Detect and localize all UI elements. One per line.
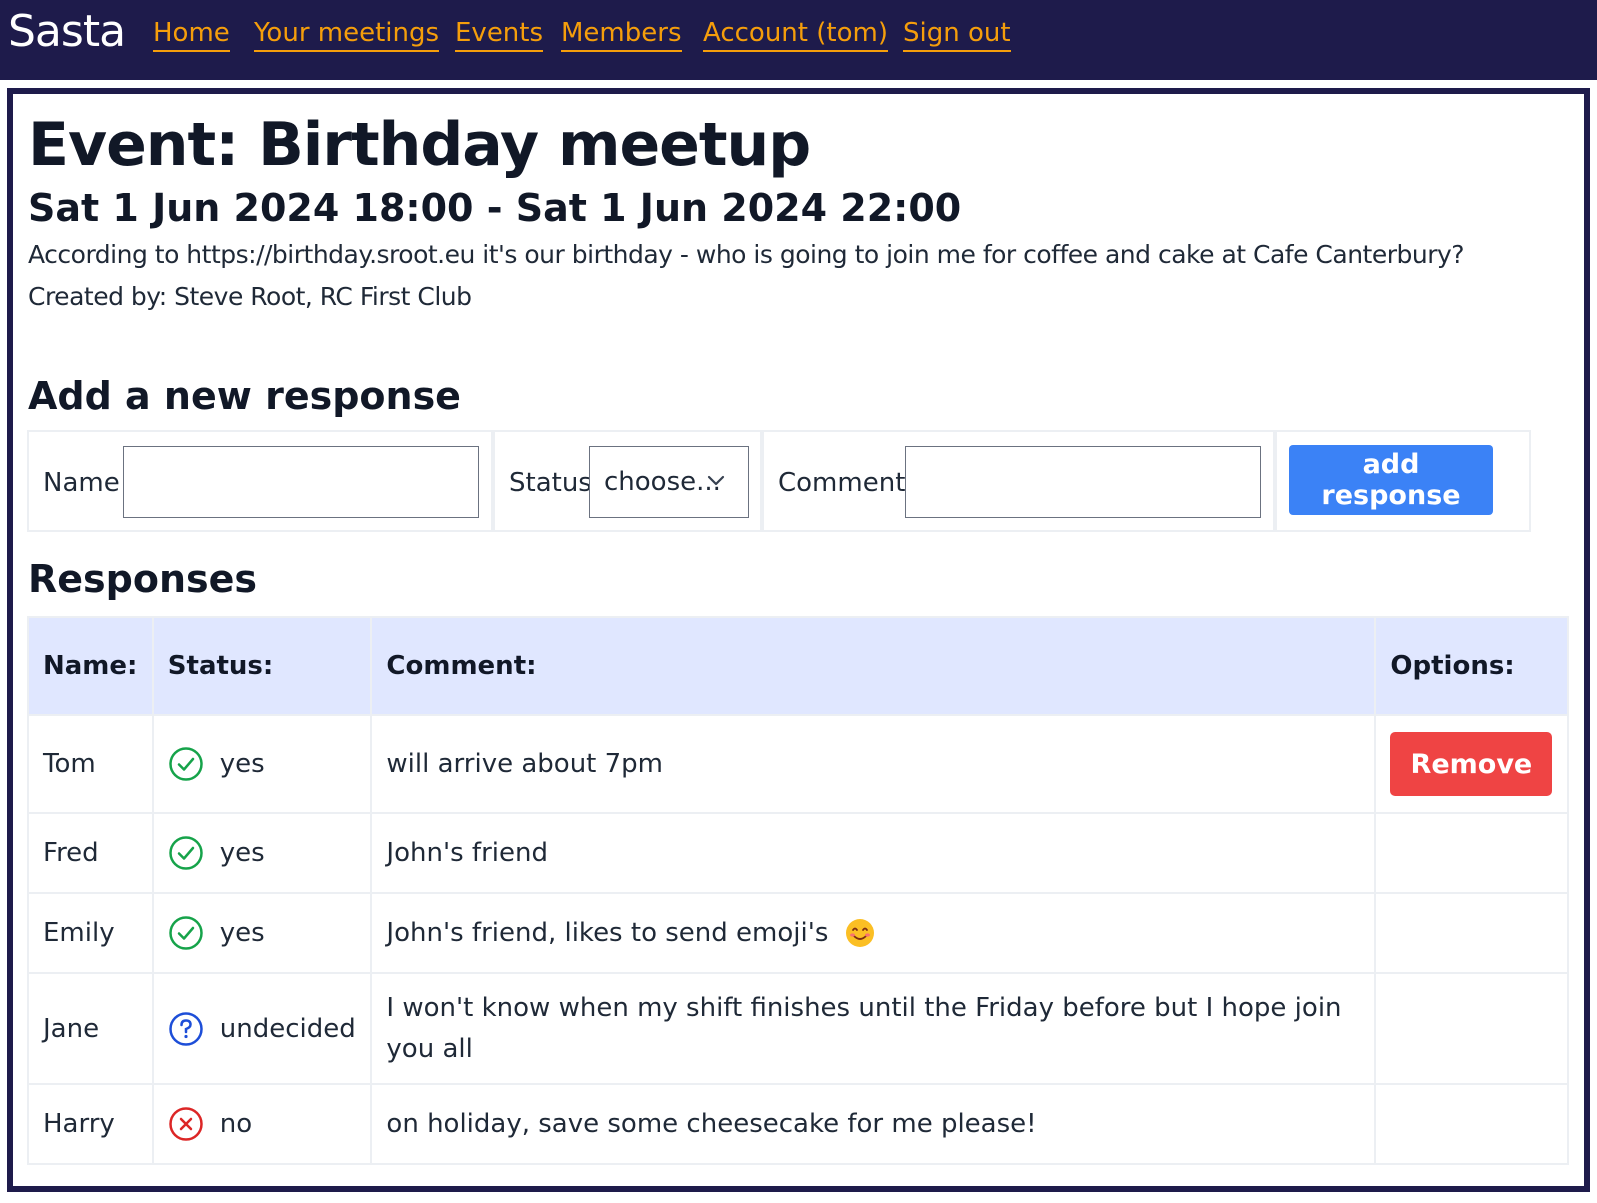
table-row: Tom yes will arrive about 7pm Remove xyxy=(27,714,1569,814)
comment-input[interactable] xyxy=(905,446,1261,518)
nav-link-sign-out[interactable]: Sign out xyxy=(903,18,1011,52)
check-circle-icon xyxy=(169,836,203,870)
header-comment: Comment: xyxy=(370,616,1377,716)
add-response-button[interactable]: add response xyxy=(1289,445,1493,515)
table-row: Jane undecided I won't know when my shif… xyxy=(27,972,1569,1085)
chevron-down-icon xyxy=(707,475,725,486)
status-field-group: Status choose... xyxy=(493,430,762,532)
nav-link-events[interactable]: Events xyxy=(455,18,544,52)
response-comment: John's friend xyxy=(370,812,1377,894)
status-text: no xyxy=(219,1109,253,1139)
response-name: Emily xyxy=(27,892,154,974)
nav-link-your-meetings[interactable]: Your meetings xyxy=(254,18,440,52)
response-name: Harry xyxy=(27,1083,154,1165)
response-options: Remove xyxy=(1374,714,1569,814)
check-circle-icon xyxy=(169,916,203,950)
question-circle-icon xyxy=(169,1011,203,1046)
response-options xyxy=(1374,892,1569,974)
response-options xyxy=(1374,972,1569,1085)
response-options xyxy=(1374,1083,1569,1165)
status-text: yes xyxy=(219,749,265,779)
table-row: Emily yes John's friend, likes to send e… xyxy=(27,892,1569,974)
responses-heading: Responses xyxy=(28,557,258,601)
table-row: Fred yes John's friend xyxy=(27,812,1569,894)
response-comment: John's friend, likes to send emoji's xyxy=(370,892,1377,974)
response-status: yes xyxy=(151,892,373,974)
check-circle-icon xyxy=(169,747,203,781)
status-text: yes xyxy=(219,918,265,948)
table-row: Harry no on holiday, save some cheesecak… xyxy=(27,1083,1569,1165)
event-description: According to https://birthday.sroot.eu i… xyxy=(28,240,1465,269)
response-status: undecided xyxy=(151,972,373,1085)
response-status: no xyxy=(151,1083,373,1165)
table-header-row: Name: Status: Comment: Options: xyxy=(27,616,1569,716)
comment-text: John's friend, likes to send emoji's xyxy=(386,917,829,948)
name-field-group: Name xyxy=(27,430,493,532)
responses-table: Name: Status: Comment: Options: Tom yes … xyxy=(27,616,1569,1165)
comment-field-group: Comment xyxy=(762,430,1275,532)
name-label: Name xyxy=(43,468,120,498)
response-name: Jane xyxy=(27,972,154,1085)
x-circle-icon xyxy=(169,1107,203,1141)
name-input[interactable] xyxy=(123,446,479,518)
comment-label: Comment xyxy=(778,468,906,498)
navbar: Sasta Home Your meetings Events Members … xyxy=(0,0,1597,80)
header-name: Name: xyxy=(27,616,154,716)
response-options xyxy=(1374,812,1569,894)
header-status: Status: xyxy=(151,616,373,716)
add-response-heading: Add a new response xyxy=(28,374,461,418)
header-options: Options: xyxy=(1374,616,1569,716)
status-label: Status xyxy=(509,468,592,498)
status-text: undecided xyxy=(219,1013,356,1044)
nav-link-members[interactable]: Members xyxy=(561,18,682,52)
response-comment: on holiday, save some cheesecake for me … xyxy=(370,1083,1377,1165)
brand-logo[interactable]: Sasta xyxy=(8,6,126,57)
response-status: yes xyxy=(151,714,373,814)
page-title: Event: Birthday meetup xyxy=(28,110,811,180)
smiling-emoji-icon xyxy=(845,919,874,948)
nav-link-account[interactable]: Account (tom) xyxy=(703,18,888,52)
status-text: yes xyxy=(219,838,265,868)
response-comment: I won't know when my shift finishes unti… xyxy=(370,972,1377,1085)
event-dates: Sat 1 Jun 2024 18:00 - Sat 1 Jun 2024 22… xyxy=(28,186,962,230)
status-select[interactable]: choose... xyxy=(589,446,749,518)
response-status: yes xyxy=(151,812,373,894)
nav-link-home[interactable]: Home xyxy=(153,18,230,52)
remove-button[interactable]: Remove xyxy=(1390,732,1553,796)
response-name: Fred xyxy=(27,812,154,894)
status-select-value: choose... xyxy=(604,467,721,497)
response-name: Tom xyxy=(27,714,154,814)
event-creator: Created by: Steve Root, RC First Club xyxy=(28,282,472,311)
response-comment: will arrive about 7pm xyxy=(370,714,1377,814)
